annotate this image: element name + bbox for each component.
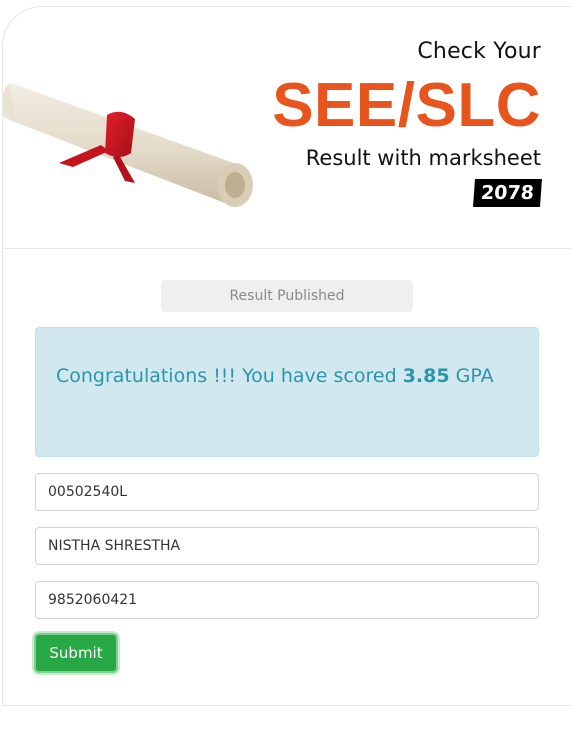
status-badge: Result Published <box>161 280 413 312</box>
heading-line-3: Result with marksheet <box>305 146 541 170</box>
exam-title: SEE/SLC <box>272 71 541 140</box>
result-alert: Congratulations !!! You have scored 3.85… <box>35 327 539 457</box>
phone-input[interactable] <box>35 581 539 619</box>
name-input[interactable] <box>35 527 539 565</box>
hero-banner: Check Your SEE/SLC Result with marksheet… <box>3 7 571 249</box>
gpa-unit: GPA <box>455 365 494 387</box>
submit-button[interactable]: Submit <box>34 633 118 673</box>
heading-line-1: Check Your <box>417 39 541 64</box>
gpa-value: 3.85 <box>402 365 450 387</box>
year-badge: 2078 <box>473 179 542 207</box>
hero-heading: Check Your SEE/SLC Result with marksheet… <box>241 37 542 207</box>
result-message: Congratulations !!! You have scored <box>56 365 397 387</box>
symbol-number-input[interactable] <box>35 473 539 511</box>
diploma-image <box>3 83 253 207</box>
